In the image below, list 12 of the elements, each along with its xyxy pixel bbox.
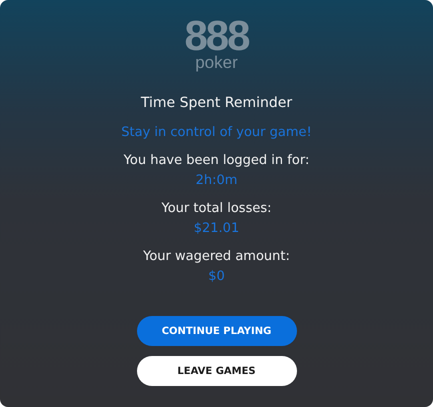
stat-label: You have been logged in for: [124,152,310,170]
stat-label: Your total losses: [161,200,272,218]
continue-button[interactable]: CONTINUE PLAYING [136,316,296,346]
stat-label: Your wagered amount: [143,248,290,266]
logo-mark: 888 [184,17,249,55]
logo-word: poker [195,54,238,72]
stat-value: $21.01 [194,220,240,238]
leave-button[interactable]: LEAVE GAMES [136,356,296,386]
dialog-title: Time Spent Reminder [140,94,292,113]
stat-value: $0 [208,268,225,286]
tagline: Stay in control of your game! [121,124,312,142]
stat-value: 2h:0m [196,172,238,190]
